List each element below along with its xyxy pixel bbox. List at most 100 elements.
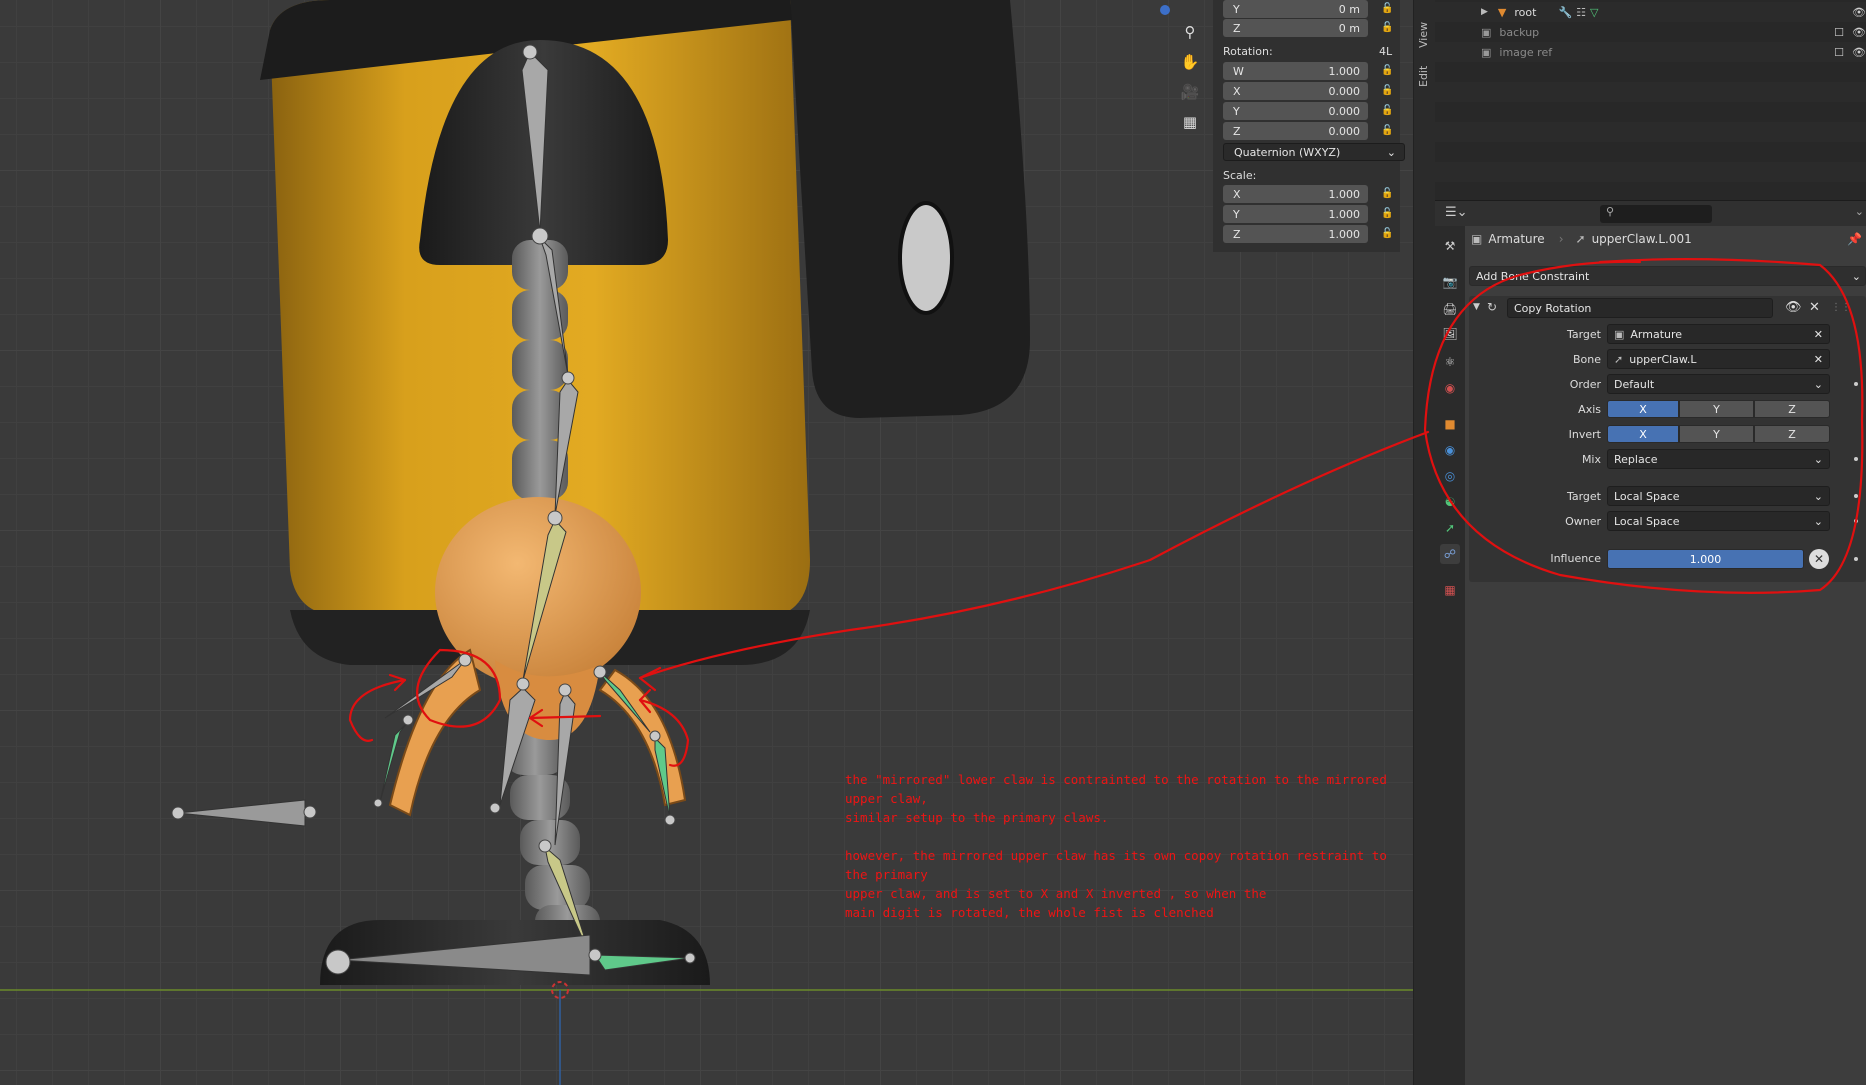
object-icon[interactable]: ■ bbox=[1440, 414, 1460, 434]
disable-keep-transform-icon[interactable]: ✕ bbox=[1809, 549, 1829, 569]
field-value: 0.000 bbox=[1328, 124, 1361, 138]
outliner-row-backup[interactable]: ▣ backup ☐ 👁 bbox=[1435, 22, 1866, 42]
target-field[interactable]: ▣ Armature ✕ bbox=[1607, 324, 1830, 344]
texture-icon[interactable]: ▦ bbox=[1440, 580, 1460, 600]
keyframe-dot[interactable] bbox=[1854, 457, 1858, 461]
checkbox-icon[interactable]: ☐ bbox=[1834, 46, 1844, 59]
outliner-row-root[interactable]: ▶ ▼ root 🔧 ☷ ▽ 👁 bbox=[1435, 2, 1866, 22]
drag-handle-icon[interactable]: ⋮⋮ bbox=[1831, 302, 1851, 313]
dropdown-label: Add Bone Constraint bbox=[1476, 269, 1590, 283]
field-value: 1.000 bbox=[1328, 187, 1361, 201]
chevron-down-icon: ⌄ bbox=[1386, 145, 1396, 159]
lock-icon[interactable]: 🔓 bbox=[1381, 228, 1395, 240]
invert-y-toggle[interactable]: Y bbox=[1679, 425, 1754, 443]
gizmo-blue-dot bbox=[1160, 5, 1170, 15]
rotation-w-field[interactable]: W 1.000 bbox=[1223, 62, 1368, 80]
disclosure-triangle-icon[interactable]: ▶ bbox=[1481, 7, 1488, 17]
field-value: Default bbox=[1614, 377, 1655, 391]
breadcrumb-separator: › bbox=[1558, 232, 1564, 246]
pan-hand-icon[interactable]: ✋ bbox=[1176, 48, 1204, 76]
constraint-name-field[interactable]: Copy Rotation bbox=[1507, 298, 1773, 318]
armature-data-icon[interactable]: ☯ bbox=[1440, 492, 1460, 512]
outliner-item-label: root bbox=[1514, 5, 1537, 19]
properties-main: ▣ Armature › ➚ upperClaw.L.001 📌 Add Bon… bbox=[1465, 226, 1866, 1085]
location-y-field[interactable]: Y 0 m bbox=[1223, 0, 1368, 18]
lock-icon[interactable]: 🔓 bbox=[1381, 208, 1395, 220]
tab-view[interactable]: View bbox=[1417, 18, 1433, 52]
collapse-triangle-icon[interactable]: ▼ bbox=[1473, 302, 1480, 312]
rotation-y-field[interactable]: Y 0.000 bbox=[1223, 102, 1368, 120]
annotation-line: main digit is rotated, the whole fist is… bbox=[845, 905, 1214, 920]
rotation-z-field[interactable]: Z 0.000 bbox=[1223, 122, 1368, 140]
world-icon[interactable]: ◉ bbox=[1440, 378, 1460, 398]
annotation-note: the "mirrored" lower claw is contrainted… bbox=[845, 770, 1405, 922]
window-oval bbox=[898, 201, 954, 315]
close-icon[interactable]: ✕ bbox=[1814, 328, 1823, 341]
mix-dropdown[interactable]: Replace ⌄ bbox=[1607, 449, 1830, 469]
location-z-field[interactable]: Z 0 m bbox=[1223, 19, 1368, 37]
bone-constraint-icon[interactable]: ☍ bbox=[1440, 544, 1460, 564]
lock-icon[interactable]: 🔓 bbox=[1381, 3, 1395, 15]
field-label: W bbox=[1233, 64, 1244, 78]
field-value: 0 m bbox=[1338, 2, 1360, 16]
search-icon[interactable]: ⚲ bbox=[1600, 205, 1712, 223]
lock-icon[interactable]: 🔓 bbox=[1381, 85, 1395, 97]
bone-icon[interactable]: ➚ bbox=[1440, 518, 1460, 538]
tool-icon[interactable]: ⚒ bbox=[1440, 236, 1460, 256]
lock-icon[interactable]: 🔓 bbox=[1381, 105, 1395, 117]
axis-z-toggle[interactable]: Z bbox=[1754, 400, 1830, 418]
pin-icon[interactable]: 📌 bbox=[1847, 232, 1862, 246]
sidebar-tabs: View Edit bbox=[1413, 0, 1436, 1085]
keyframe-dot[interactable] bbox=[1854, 382, 1858, 386]
eye-icon[interactable]: 👁 bbox=[1852, 46, 1866, 59]
tab-edit[interactable]: Edit bbox=[1417, 62, 1433, 90]
invert-z-toggle[interactable]: Z bbox=[1754, 425, 1830, 443]
render-icon[interactable]: 📷 bbox=[1440, 272, 1460, 292]
annotation-line: similar setup to the primary claws. bbox=[845, 810, 1109, 825]
close-icon[interactable]: ✕ bbox=[1809, 300, 1820, 315]
lock-icon[interactable]: 🔓 bbox=[1381, 65, 1395, 77]
collection-icon: ▣ bbox=[1481, 25, 1492, 39]
scale-x-field[interactable]: X 1.000 bbox=[1223, 185, 1368, 203]
axis-x-toggle[interactable]: X bbox=[1607, 400, 1679, 418]
eye-icon[interactable]: 👁 bbox=[1852, 6, 1866, 19]
close-icon[interactable]: ✕ bbox=[1814, 353, 1823, 366]
scene-icon[interactable]: ⚛ bbox=[1440, 352, 1460, 372]
field-label: Y bbox=[1233, 207, 1240, 221]
bone-field[interactable]: ➚ upperClaw.L ✕ bbox=[1607, 349, 1830, 369]
editor-type-icon[interactable]: ☰⌄ bbox=[1445, 205, 1475, 223]
object-constraint-icon[interactable]: ◎ bbox=[1440, 466, 1460, 486]
keyframe-dot[interactable] bbox=[1854, 557, 1858, 561]
owner-space-dropdown[interactable]: Local Space ⌄ bbox=[1607, 511, 1830, 531]
scale-y-field[interactable]: Y 1.000 bbox=[1223, 205, 1368, 223]
eye-icon[interactable]: 👁 bbox=[1852, 26, 1866, 39]
influence-slider[interactable]: 1.000 bbox=[1607, 549, 1804, 569]
chevron-down-icon: ⌄ bbox=[1813, 489, 1823, 503]
target-space-dropdown[interactable]: Local Space ⌄ bbox=[1607, 486, 1830, 506]
invert-x-toggle[interactable]: X bbox=[1607, 425, 1679, 443]
scale-z-field[interactable]: Z 1.000 bbox=[1223, 225, 1368, 243]
lock-icon[interactable]: 🔓 bbox=[1381, 125, 1395, 137]
add-bone-constraint-dropdown[interactable]: Add Bone Constraint ⌄ bbox=[1469, 266, 1866, 286]
order-dropdown[interactable]: Default ⌄ bbox=[1607, 374, 1830, 394]
rotation-mode-dropdown[interactable]: Quaternion (WXYZ) ⌄ bbox=[1223, 143, 1405, 161]
keyframe-dot[interactable] bbox=[1854, 519, 1858, 523]
rotation-x-field[interactable]: X 0.000 bbox=[1223, 82, 1368, 100]
rotation-mode-short[interactable]: 4L bbox=[1379, 42, 1392, 60]
axis-y-toggle[interactable]: Y bbox=[1679, 400, 1754, 418]
output-icon[interactable]: 🖨 bbox=[1440, 299, 1460, 319]
outliner-row-image-ref[interactable]: ▣ image ref ☐ 👁 bbox=[1435, 42, 1866, 62]
3d-viewport[interactable]: ⚲ ✋ 🎥 ▦ Y 0 m 🔓 Z 0 m 🔓 Rotation: 4L W 1.00… bbox=[0, 0, 1413, 1085]
lock-icon[interactable]: 🔓 bbox=[1381, 22, 1395, 34]
ortho-grid-icon[interactable]: ▦ bbox=[1176, 108, 1204, 136]
physics-icon[interactable]: ◉ bbox=[1440, 440, 1460, 460]
outliner[interactable]: ▶ ▼ root 🔧 ☷ ▽ 👁 ▣ backup ☐ 👁 ▣ image re… bbox=[1435, 0, 1866, 200]
view-layer-icon[interactable]: 🖼 bbox=[1440, 324, 1460, 344]
lock-icon[interactable]: 🔓 bbox=[1381, 188, 1395, 200]
camera-icon[interactable]: 🎥 bbox=[1176, 78, 1204, 106]
chevron-down-icon[interactable]: ⌄ bbox=[1855, 205, 1864, 218]
keyframe-dot[interactable] bbox=[1854, 494, 1858, 498]
eye-icon[interactable]: 👁 bbox=[1785, 300, 1802, 315]
checkbox-icon[interactable]: ☐ bbox=[1834, 26, 1844, 39]
zoom-icon[interactable]: ⚲ bbox=[1176, 18, 1204, 46]
